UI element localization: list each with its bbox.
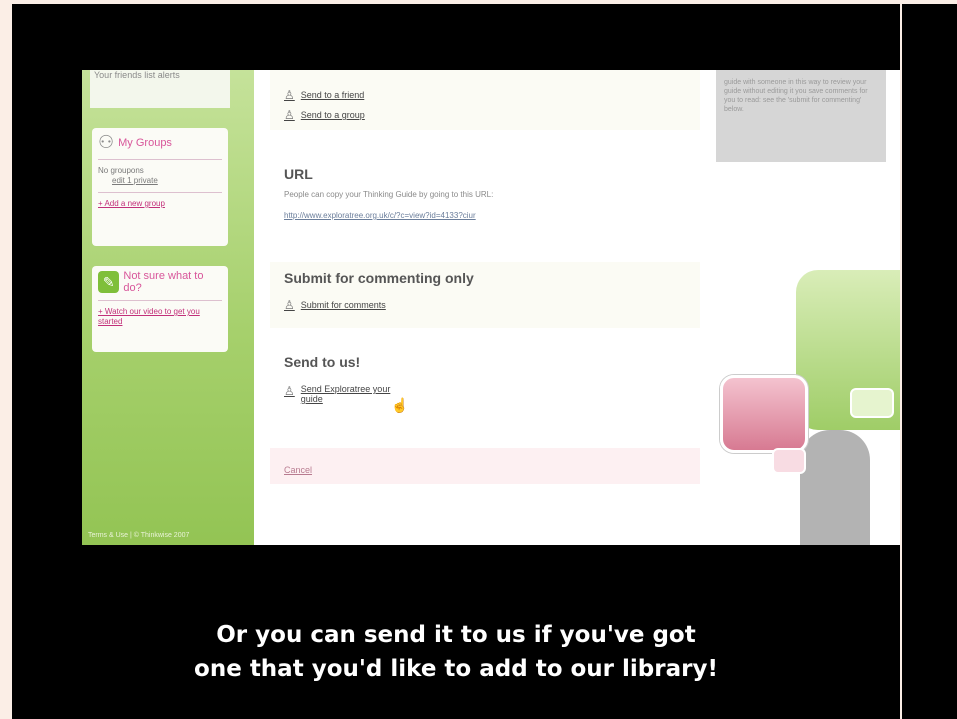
- edit-private-link[interactable]: edit 1 private: [98, 176, 222, 186]
- send-to-us-section: Send to us! ♙ Send Exploratree your guid…: [270, 354, 700, 438]
- tip-text: guide with someone in this way to review…: [724, 79, 868, 113]
- send-exploratree-label: Send Exploratree your guide: [301, 384, 391, 404]
- tip-box: guide with someone in this way to review…: [716, 70, 886, 162]
- leaf-icon: ✎: [98, 271, 120, 293]
- send-exploratree-line2: guide: [300, 394, 323, 404]
- pink-speech-bubble: [720, 375, 808, 453]
- person-icon: ♙: [284, 384, 295, 398]
- not-sure-heading: ✎ Not sure what to do?: [98, 270, 222, 294]
- main-content: ♙ Send to a friend ♙ Send to a group URL…: [254, 70, 700, 545]
- people-icon: ⚇: [98, 132, 115, 152]
- person-icon: ♙: [284, 88, 295, 102]
- green-speech-bubble: [850, 388, 894, 418]
- not-sure-title: Not sure what to do?: [123, 270, 204, 294]
- caption-line-1: Or you can send it to us if you've got: [216, 622, 696, 648]
- left-sidebar: Your friends list alerts ⚇ My Groups No …: [82, 70, 254, 545]
- send-to-group-label: Send to a group: [300, 110, 365, 120]
- right-decoration: guide with someone in this way to review…: [700, 70, 900, 545]
- person-icon: ♙: [284, 108, 295, 122]
- guide-url-link[interactable]: http://www.exploratree.org.uk/c/?c=view?…: [284, 211, 700, 220]
- mouse-cursor-icon: ☝: [391, 397, 409, 413]
- send-exploratree-line1: Send Exploratree your: [300, 384, 391, 394]
- my-groups-heading: ⚇ My Groups: [98, 132, 222, 153]
- cancel-link[interactable]: Cancel: [284, 465, 312, 475]
- url-heading: URL: [284, 166, 313, 182]
- caption-line-2: one that you'd like to add to our librar…: [194, 656, 718, 682]
- groups-count: No groupons: [98, 166, 144, 175]
- app-screen: Your friends list alerts ⚇ My Groups No …: [82, 70, 900, 545]
- submit-comments-link[interactable]: ♙ Submit for comments: [284, 298, 700, 312]
- comment-heading: Submit for commenting only: [284, 270, 474, 286]
- divider: [98, 192, 222, 193]
- watch-video-link[interactable]: + Watch our video to get you started: [98, 307, 222, 327]
- share-links: ♙ Send to a friend ♙ Send to a group: [270, 70, 700, 130]
- submit-comments-label: Submit for comments: [300, 300, 386, 310]
- not-sure-panel: ✎ Not sure what to do? + Watch our video…: [92, 266, 228, 352]
- sidebar-top-box: Your friends list alerts: [90, 70, 230, 108]
- cancel-row: Cancel: [270, 448, 700, 484]
- right-black-bar: [902, 4, 957, 719]
- comment-section: Submit for commenting only ♙ Submit for …: [270, 262, 700, 328]
- send-to-group-link[interactable]: ♙ Send to a group: [284, 108, 700, 122]
- tree-trunk-shape: [800, 430, 870, 545]
- sidebar-footer[interactable]: Terms & Use | © Thinkwise 2007: [88, 532, 189, 539]
- small-pink-bubble: [772, 448, 806, 474]
- subtitle-caption: Or you can send it to us if you've got o…: [12, 618, 900, 686]
- send-to-friend-link[interactable]: ♙ Send to a friend: [284, 88, 700, 102]
- send-exploratree-link[interactable]: ♙ Send Exploratree your guide: [284, 384, 700, 404]
- url-section: URL People can copy your Thinking Guide …: [270, 166, 700, 246]
- person-icon: ♙: [284, 298, 295, 312]
- send-to-friend-label: Send to a friend: [300, 90, 365, 100]
- url-description: People can copy your Thinking Guide by g…: [284, 190, 494, 199]
- divider: [98, 300, 222, 301]
- my-groups-title: My Groups: [118, 136, 172, 149]
- sidebar-top-text: Your friends list alerts: [94, 70, 180, 80]
- my-groups-panel: ⚇ My Groups No groupons edit 1 private +…: [92, 128, 228, 246]
- divider: [98, 159, 222, 160]
- add-new-group-link[interactable]: + Add a new group: [98, 199, 222, 209]
- send-to-us-heading: Send to us!: [284, 354, 361, 370]
